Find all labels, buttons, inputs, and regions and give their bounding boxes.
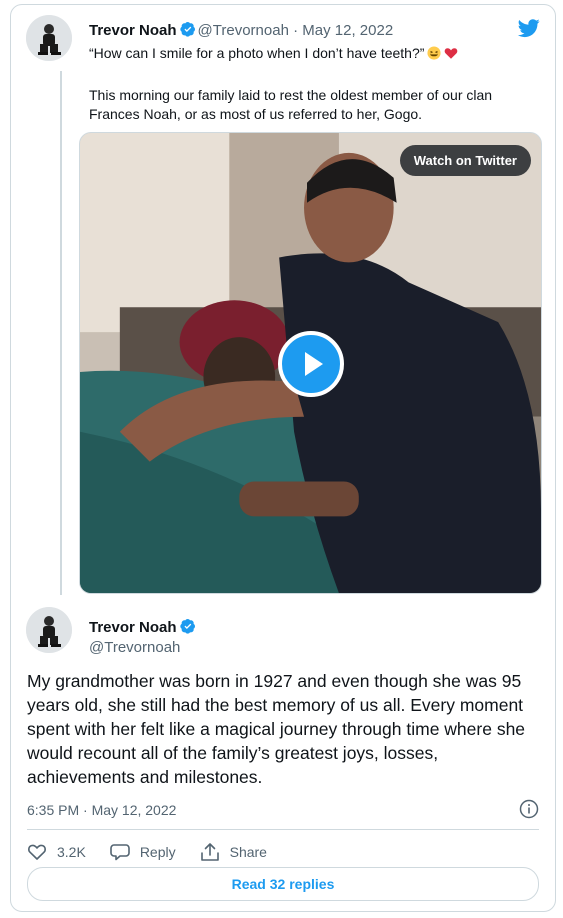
share-upload-icon [200,843,219,861]
reply-button[interactable]: Reply [110,842,176,862]
main-tweet-author: Trevor Noah @Trevornoah [89,618,198,656]
video-player[interactable]: Watch on Twitter [79,132,542,594]
read-replies-button[interactable]: Read 32 replies [27,867,539,901]
action-bar: 3.2K Reply Share [27,842,291,862]
tweet-embed-card: Trevor Noah @Trevornoah · May 12, 2022 “H… [10,4,556,912]
verified-badge-icon [179,619,195,634]
author-handle[interactable]: @Trevornoah [198,22,289,39]
author-name[interactable]: Trevor Noah [89,22,177,39]
original-tweet-text: This morning our family laid to rest the… [89,87,493,122]
heart-icon [28,844,46,860]
watch-on-twitter-button[interactable]: Watch on Twitter [399,145,531,176]
reply-label: Reply [139,844,176,860]
author-name[interactable]: Trevor Noah [89,619,177,636]
divider [27,829,539,830]
avatar[interactable] [26,15,72,61]
twitter-bird-icon[interactable] [517,17,541,39]
quoted-caption: “How can I smile for a photo when I don’… [89,45,458,61]
share-label: Share [229,844,267,860]
caption-text: “How can I smile for a photo when I don’… [89,45,425,61]
separator-dot: · [293,22,299,39]
avatar-image [26,15,72,61]
play-icon [305,352,323,376]
comment-icon [110,844,130,861]
info-icon[interactable] [519,799,539,819]
avatar-image [26,607,72,653]
red-heart-emoji-icon [445,48,458,59]
avatar[interactable] [26,607,72,653]
main-tweet-text: My grandmother was born in 1927 and even… [27,671,526,787]
tweet-date[interactable]: May 12, 2022 [302,22,393,39]
original-tweet-header: Trevor Noah @Trevornoah · May 12, 2022 [89,21,393,39]
author-handle[interactable]: @Trevornoah [89,639,198,656]
grinning-squinting-emoji-icon [427,46,441,60]
share-button[interactable]: Share [200,842,267,862]
like-count: 3.2K [57,844,86,860]
thread-connector [60,71,62,595]
like-button[interactable]: 3.2K [27,842,86,862]
play-button[interactable] [278,331,344,397]
tweet-timestamp[interactable]: 6:35 PM · May 12, 2022 [27,802,176,818]
verified-badge-icon [179,22,195,37]
